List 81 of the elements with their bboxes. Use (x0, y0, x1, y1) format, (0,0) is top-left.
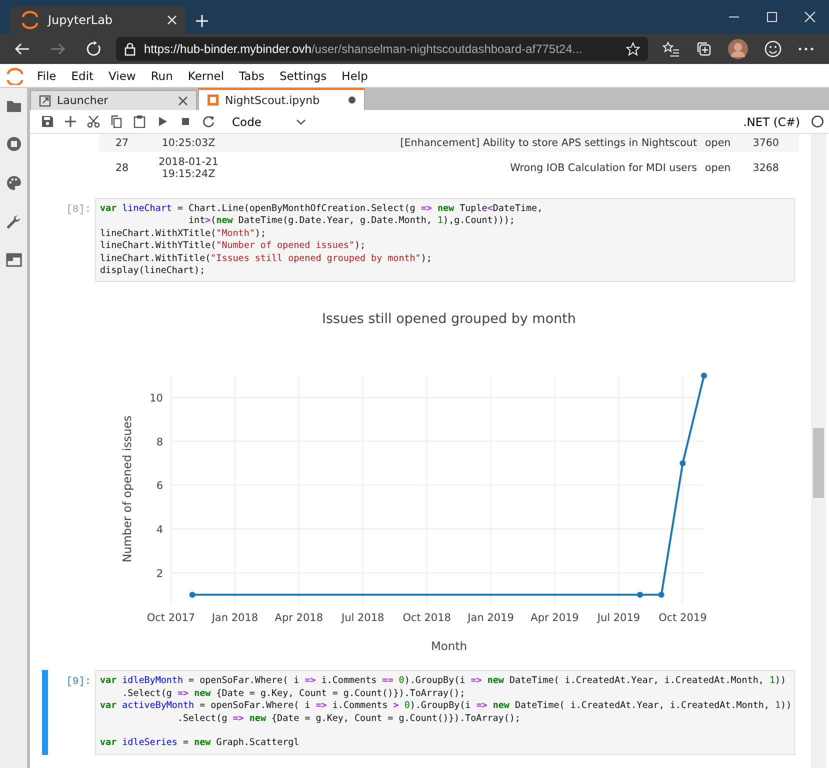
code-cell-editor[interactable]: var lineChart = Chart.Line(openByMonthOfCreation.Select(g => new Tuple<DateTime, int>(new DateTime(g.Date.Year, g.Date.Month, 1),g.Count))); lineChart.WithXTitle("Month"); lineChart.WithYTitle("Number of opened issues"); lineChart.WithTitle("Issues still opened grouped by month"); display(lineChart); (95, 198, 795, 282)
folder-icon[interactable] (6, 99, 22, 113)
tab-window-icon[interactable] (6, 253, 22, 267)
menu-item[interactable]: Tabs (231, 68, 272, 82)
table-cell-text: 3760 (752, 137, 780, 149)
menu-item[interactable]: View (100, 68, 143, 82)
menu-item[interactable]: Run (142, 68, 180, 82)
y-tick-label: 4 (156, 524, 163, 536)
caret-icon (296, 118, 306, 124)
notebook-tab[interactable]: Launcher (30, 90, 197, 110)
x-tick-label: Oct 2019 (658, 612, 707, 624)
menu-item[interactable]: Kernel (180, 68, 232, 82)
notebook-tab[interactable]: NightScout.ipynb (198, 88, 365, 110)
x-tick-label: Jul 2019 (597, 612, 640, 624)
menu-item[interactable]: Help (334, 68, 375, 82)
palette-icon[interactable] (6, 175, 22, 191)
x-tick-label: Apr 2019 (530, 612, 579, 624)
y-tick-label: 10 (150, 392, 163, 405)
copy-icon[interactable] (110, 115, 123, 128)
x-tick-label: Apr 2018 (274, 612, 324, 624)
date-text: 2018-01-21 (158, 156, 218, 168)
table-cell-text: [Enhancement] Ability to store APS settings in Nightscout (399, 137, 698, 149)
cell-type-dropdown[interactable]: Code (228, 114, 316, 128)
y-tick-label: 8 (156, 436, 163, 449)
table-cell-text: 27 (114, 137, 130, 149)
more-icon[interactable] (798, 47, 814, 51)
time-text: 19:15:24Z (162, 168, 216, 180)
x-tick-label: Jan 2019 (468, 612, 514, 624)
table-cell-text: open (705, 137, 732, 149)
new-tab-icon[interactable] (195, 14, 209, 28)
run-icon[interactable] (156, 115, 169, 128)
table-cell-text: 3268 (752, 162, 780, 174)
save-icon[interactable] (41, 115, 54, 128)
favorites-icon[interactable] (662, 41, 680, 57)
notebook-icon (207, 94, 219, 106)
wrench-icon[interactable] (6, 214, 22, 230)
y-axis-title: Number of opened issues (120, 416, 134, 563)
x-tick-label: Jul 2018 (342, 612, 384, 624)
tab-title: JupyterLab (48, 13, 114, 27)
x-axis-title: Month (430, 639, 468, 654)
x-tick-label: Jan 2018 (212, 612, 258, 624)
back-arrow-icon[interactable] (14, 41, 30, 57)
table-cell-text: Wrong IOB Calculation for MDI users (509, 162, 698, 174)
launcher-icon (39, 94, 51, 106)
scrollbar[interactable] (811, 134, 826, 768)
close-icon[interactable] (178, 96, 188, 106)
x-tick-label: Oct 2018 (402, 612, 451, 624)
smiley-icon[interactable] (764, 40, 782, 58)
jupyter-logo-icon (5, 66, 23, 84)
collections-icon[interactable] (696, 41, 712, 57)
browser-tab[interactable]: JupyterLab (10, 6, 185, 34)
lock-icon (124, 42, 136, 56)
jupyter-logo-icon (20, 10, 40, 30)
time-text: 10:25:03Z (162, 137, 216, 149)
x-tick-label: Oct 2017 (146, 612, 196, 624)
table-cell-text: 28 (114, 162, 130, 174)
cell-prompt: [9]: (65, 675, 92, 690)
chart-title: Issues still opened grouped by month (322, 311, 576, 328)
avatar-icon[interactable] (728, 39, 748, 59)
kernel-idle-icon (811, 115, 824, 128)
cell-prompt: [8]: (65, 203, 92, 218)
add-icon[interactable] (64, 115, 77, 128)
code-cell-editor[interactable]: var idleByMonth = openSoFar.Where( i => i.Comments == 0).GroupBy(i => new DateTime( i.CreatedAt.Year, i.CreatedAt.Month, 1)) .Select(g => new {Date = g.Key, Count = g.Count()}).ToArray(); var activeByMonth = openSoFar.Where( i => i.Comments > 0).GroupBy(i => new DateTime( i.CreatedAt.Year, i.CreatedAt.Month, 1)) .Select(g => new {Date = g.Key, Count = g.Count()}).ToArray(); var idleSeries = new Graph.Scattergl (95, 670, 795, 755)
menu-item[interactable]: Settings (272, 68, 334, 82)
scrollbar-thumb[interactable] (813, 428, 824, 498)
cut-icon[interactable] (87, 115, 100, 128)
paste-icon[interactable] (133, 115, 146, 128)
table-cell-text: open (705, 162, 732, 174)
star-icon[interactable] (626, 42, 640, 56)
y-tick-label: 6 (156, 480, 163, 493)
y-tick-label: 2 (156, 568, 163, 580)
restart-icon[interactable] (202, 115, 215, 128)
menu-item[interactable]: Edit (63, 68, 101, 82)
kernel-name[interactable]: .NET (C#) (743, 114, 800, 128)
stop-icon[interactable] (179, 115, 192, 128)
stop-circle-icon[interactable] (6, 136, 22, 152)
maximize-icon[interactable] (766, 11, 778, 23)
menu-item[interactable]: File (29, 68, 64, 82)
refresh-icon[interactable] (86, 41, 102, 57)
address-bar[interactable]: https://hub-binder.mybinder.ovh/user/shanselman-nightscoutdashboard-af775t24... (116, 37, 648, 61)
forward-arrow-icon[interactable] (50, 41, 66, 57)
